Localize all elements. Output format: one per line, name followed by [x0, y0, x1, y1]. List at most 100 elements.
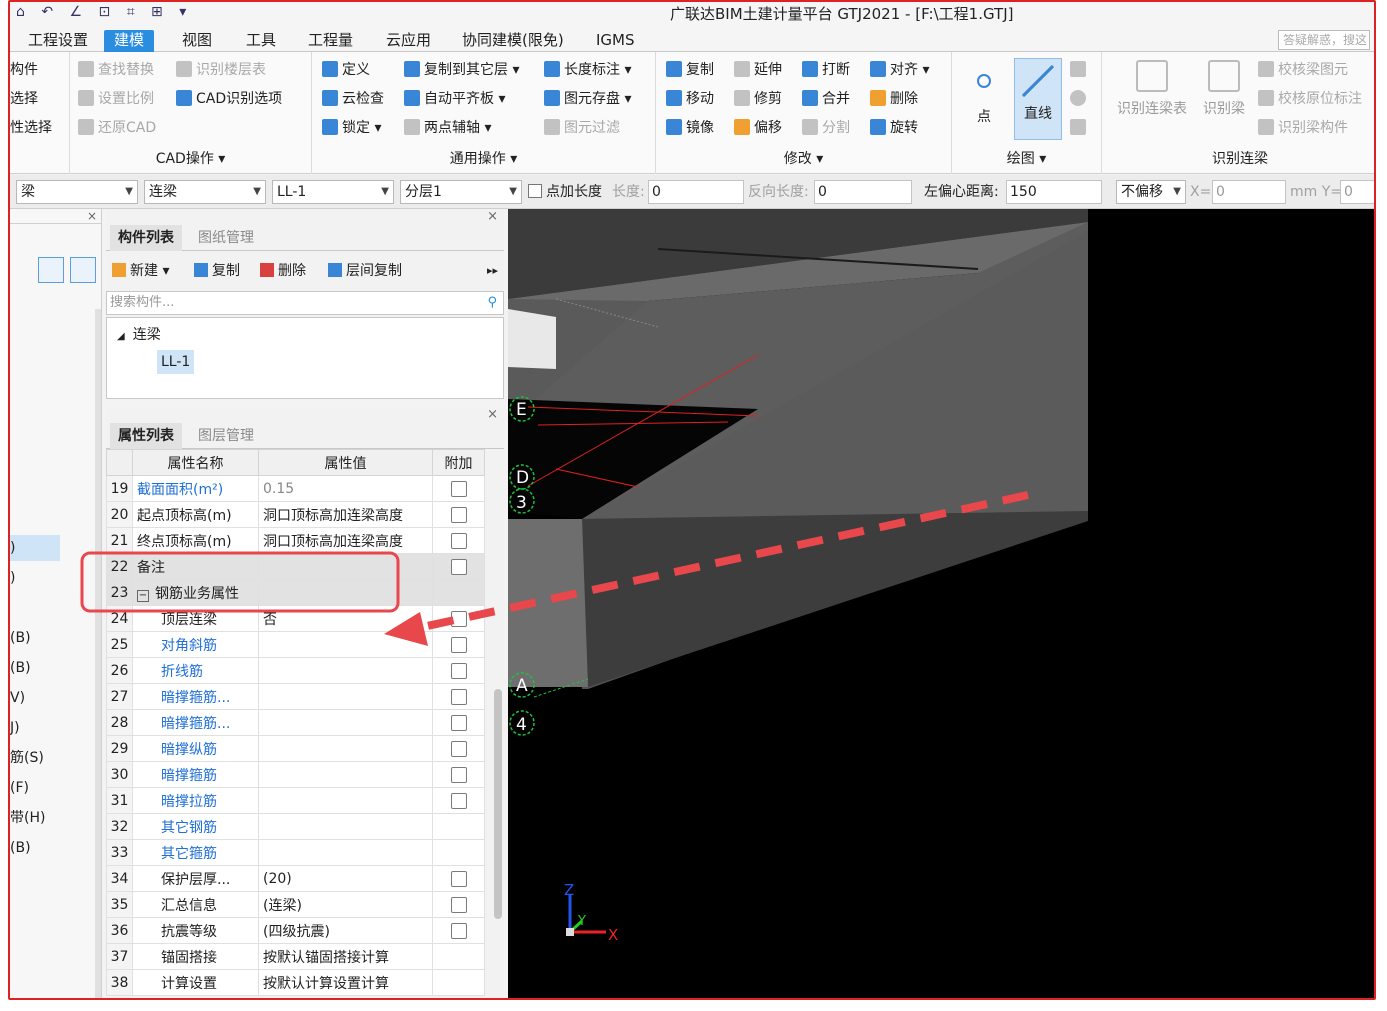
property-value[interactable]: (20) [258, 865, 433, 892]
attach-checkbox[interactable] [450, 662, 467, 679]
close-icon[interactable]: × [87, 209, 97, 223]
property-value[interactable]: 洞口顶标高加连梁高度 [258, 527, 433, 554]
draw-line-button[interactable]: 直线 [1014, 58, 1062, 140]
table-row[interactable]: 26 折线筋 [106, 657, 485, 684]
help-search-input[interactable]: 答疑解惑，搜这 [1278, 30, 1370, 50]
close-icon[interactable]: × [487, 209, 498, 224]
tab-drawing-management[interactable]: 图纸管理 [190, 225, 262, 251]
copy-to-layer-button[interactable]: 复制到其它层 ▾ [404, 58, 519, 82]
length-input[interactable]: 0 [648, 180, 744, 204]
table-row[interactable]: 19 截面面积(m²) 0.15 [106, 475, 485, 502]
length-dimension-button[interactable]: 长度标注 ▾ [544, 58, 631, 82]
restore-cad-button[interactable]: 还原CAD [78, 116, 156, 140]
property-select-button[interactable]: 性选择 [10, 116, 52, 140]
attach-checkbox[interactable] [450, 870, 467, 887]
property-value[interactable] [258, 631, 433, 658]
y-input[interactable]: 0 [1340, 180, 1374, 204]
tab-collab[interactable]: 协同建模(限免) [452, 30, 574, 52]
table-row[interactable]: 34 保护层厚... (20) [106, 865, 485, 892]
find-replace-button[interactable]: 查找替换 [78, 58, 154, 82]
nav-item[interactable]: (B) [10, 655, 31, 681]
copy-between-floors-button[interactable]: 层间复制 [328, 259, 402, 283]
list-view-icon[interactable] [38, 257, 64, 283]
delete-button[interactable]: 删除 [870, 87, 918, 111]
attach-checkbox[interactable] [450, 610, 467, 627]
recognize-beam-component-button[interactable]: 识别梁构件 [1258, 116, 1348, 140]
cad-options-button[interactable]: CAD识别选项 [176, 87, 282, 111]
table-row[interactable]: 28 暗撑箍筋... [106, 709, 485, 736]
break-button[interactable]: 打断 [802, 58, 850, 82]
tab-layer-management[interactable]: 图层管理 [190, 423, 262, 449]
move-button[interactable]: 移动 [666, 87, 714, 111]
select-button[interactable]: 选择 [10, 87, 38, 111]
two-point-axis-button[interactable]: 两点辅轴 ▾ [404, 116, 491, 140]
rectangle-tool[interactable] [1070, 116, 1090, 140]
split-button[interactable]: 分割 [802, 116, 850, 140]
cad-group-label[interactable]: CAD操作 ▾ [70, 148, 311, 168]
define-button[interactable]: 定义 [322, 58, 370, 82]
nav-item[interactable]: (F) [10, 775, 29, 801]
copy-button[interactable]: 复制 [666, 58, 714, 82]
trim-button[interactable]: 修剪 [734, 87, 782, 111]
property-value[interactable]: 否 [258, 605, 433, 632]
scrollbar[interactable] [494, 689, 502, 919]
more-icon[interactable]: ▸▸ [487, 259, 498, 283]
attach-checkbox[interactable] [450, 506, 467, 523]
collapse-icon[interactable]: − [137, 589, 149, 602]
set-scale-button[interactable]: 设置比例 [78, 87, 154, 111]
property-value[interactable] [258, 839, 433, 866]
property-value[interactable]: 按默认计算设置计算 [258, 969, 433, 996]
table-row[interactable]: 27 暗撑箍筋... [106, 683, 485, 710]
general-group-label[interactable]: 通用操作 ▾ [312, 148, 655, 168]
table-row[interactable]: 36 抗震等级 (四级抗震) [106, 917, 485, 944]
table-row[interactable]: 29 暗撑纵筋 [106, 735, 485, 762]
search-icon[interactable]: ⚲ [487, 292, 497, 314]
attach-checkbox[interactable] [450, 636, 467, 653]
property-value[interactable] [258, 735, 433, 762]
property-value[interactable] [258, 787, 433, 814]
offset-mode-select[interactable]: 不偏移 ▼ [1116, 180, 1186, 204]
component-search-input[interactable]: 搜索构件... ⚲ [106, 291, 504, 315]
mirror-button[interactable]: 镜像 [666, 116, 714, 140]
table-row[interactable]: 35 汇总信息 (连梁) [106, 891, 485, 918]
table-row[interactable]: 33 其它箍筋 [106, 839, 485, 866]
nav-item[interactable]: V) [10, 685, 25, 711]
draw-point-button[interactable]: 点 [962, 60, 1006, 132]
tab-modeling[interactable]: 建模 [104, 30, 155, 52]
layer-select[interactable]: 分层1 ▼ [400, 180, 522, 204]
table-row[interactable]: 25 对角斜筋 [106, 631, 485, 658]
nav-item[interactable]: (B) [10, 835, 31, 861]
extend-button[interactable]: 延伸 [734, 58, 782, 82]
type-select[interactable]: 梁 ▼ [16, 180, 138, 204]
property-value[interactable] [258, 813, 433, 840]
tab-igms[interactable]: IGMS [586, 30, 645, 52]
property-value[interactable] [258, 683, 433, 710]
attach-checkbox[interactable] [450, 792, 467, 809]
attach-checkbox[interactable] [450, 558, 467, 575]
attach-checkbox[interactable] [450, 766, 467, 783]
tab-cloud[interactable]: 云应用 [376, 30, 441, 52]
property-value[interactable] [258, 553, 433, 580]
attach-checkbox[interactable] [450, 922, 467, 939]
table-row[interactable]: 20 起点顶标高(m) 洞口顶标高加连梁高度 [106, 501, 485, 528]
attach-checkbox[interactable] [450, 532, 467, 549]
recognize-beam-button[interactable]: 识别梁 [1196, 60, 1252, 132]
attach-checkbox[interactable] [450, 714, 467, 731]
property-value[interactable] [258, 761, 433, 788]
auto-align-slab-button[interactable]: 自动平齐板 ▾ [404, 87, 505, 111]
reverse-length-input[interactable]: 0 [814, 180, 912, 204]
property-value[interactable] [258, 709, 433, 736]
table-row[interactable]: 21 终点顶标高(m) 洞口顶标高加连梁高度 [106, 527, 485, 554]
tree-view-icon[interactable] [70, 257, 96, 283]
attach-checkbox[interactable] [450, 896, 467, 913]
property-value[interactable]: (连梁) [258, 891, 433, 918]
table-row[interactable]: 32 其它钢筋 [106, 813, 485, 840]
tab-project-settings[interactable]: 工程设置 [18, 30, 98, 52]
copy-component-button[interactable]: 复制 [194, 259, 240, 283]
attach-checkbox[interactable] [450, 740, 467, 757]
tree-node-coupling-beam[interactable]: ◢ 连梁 [117, 324, 161, 344]
property-value[interactable] [258, 657, 433, 684]
tree-item-ll1[interactable]: LL-1 [157, 350, 195, 374]
add-length-checkbox[interactable]: 点加长度 [528, 180, 602, 204]
close-icon[interactable]: × [487, 407, 498, 422]
